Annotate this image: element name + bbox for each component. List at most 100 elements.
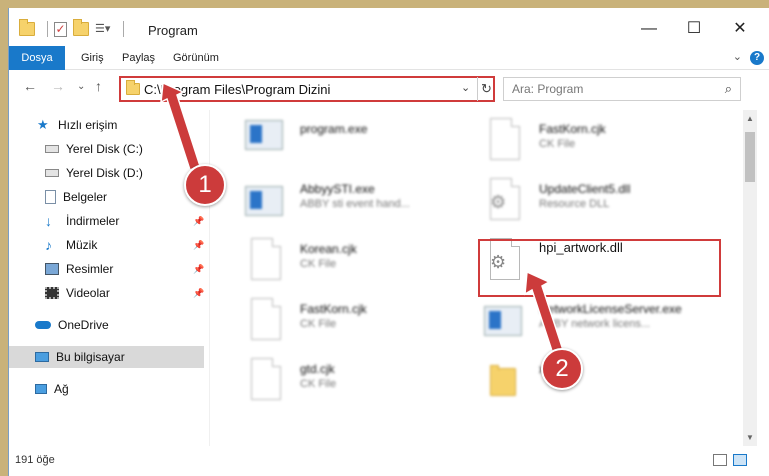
quick-access-toolbar: ✓ ☰▾	[19, 19, 130, 38]
explorer-window: ✓ ☰▾ Program — ☐ ✕ Dosya Giriş Paylaş Gö…	[8, 8, 769, 476]
sidebar-item-music[interactable]: ♪ Müzik 📌	[9, 234, 204, 256]
drive-icon	[45, 169, 59, 177]
close-button[interactable]: ✕	[717, 14, 763, 44]
address-bar[interactable]: C:\Program Files\Program Dizini ⌄ ↻	[119, 76, 495, 102]
large-icons-view-icon[interactable]	[733, 454, 747, 466]
file-item[interactable]: FastKorn.cjk CK File	[474, 114, 714, 168]
back-arrow-icon[interactable]: ←	[23, 78, 37, 94]
file-item[interactable]: AbbyySTI.exe ABBY sti event hand...	[235, 174, 475, 228]
folder-icon	[19, 19, 35, 36]
pane-divider[interactable]	[209, 110, 210, 446]
file-item[interactable]: NetworkLicenseServer.exe ABBY network li…	[474, 294, 714, 348]
minimize-button[interactable]: —	[626, 14, 672, 44]
file-item[interactable]: FastKorn.cjk CK File	[235, 294, 475, 348]
sidebar-item-disk-d[interactable]: Yerel Disk (D:)	[9, 162, 204, 184]
scroll-down-icon[interactable]: ▼	[746, 433, 754, 442]
new-folder-icon[interactable]	[73, 19, 89, 36]
file-name: program.exe	[300, 122, 368, 136]
computer-icon	[35, 352, 49, 362]
sidebar-item-label: Ağ	[54, 382, 69, 396]
folder-icon	[126, 80, 140, 95]
file-name: FastKorn.cjk	[539, 122, 606, 136]
file-type: CK File	[300, 378, 337, 390]
sidebar-item-label: Yerel Disk (C:)	[66, 142, 143, 156]
forward-arrow-icon[interactable]: →	[51, 78, 65, 94]
sidebar-item-this-pc[interactable]: Bu bilgisayar	[9, 346, 204, 368]
tab-view[interactable]: Görünüm	[173, 46, 219, 70]
file-icon	[245, 298, 283, 342]
file-item[interactable]: Korean.cjk CK File	[235, 234, 475, 288]
pin-icon[interactable]: 📌	[193, 240, 204, 251]
properties-icon[interactable]: ✓	[54, 21, 67, 37]
sidebar-item-label: Bu bilgisayar	[56, 350, 125, 364]
file-name: FastKorn.cjk	[300, 302, 367, 316]
drive-icon	[45, 145, 59, 153]
file-item[interactable]: program.exe	[235, 114, 475, 168]
file-item[interactable]: gtd.cjk CK File	[235, 354, 475, 408]
vertical-scrollbar[interactable]: ▲ ▼	[743, 110, 757, 446]
file-name: AbbyySTI.exe	[300, 182, 375, 196]
executable-icon	[245, 178, 283, 222]
tab-share[interactable]: Paylaş	[122, 46, 155, 70]
file-type: ABBY network licens...	[539, 318, 651, 330]
file-type: ABBY sti event hand...	[300, 198, 410, 210]
star-icon: ★	[37, 117, 49, 132]
ribbon: Dosya Giriş Paylaş Görünüm ⌄ ?	[9, 46, 769, 100]
dll-icon: ⚙	[484, 178, 522, 222]
navigation-pane: ★ Hızlı erişim Yerel Disk (C:) Yerel Dis…	[9, 110, 204, 446]
file-type: Resource DLL	[539, 198, 610, 210]
folder-icon	[484, 358, 522, 402]
video-icon	[45, 287, 59, 299]
search-icon[interactable]: ⌕	[725, 81, 732, 97]
help-icon[interactable]: ?	[750, 51, 764, 65]
pictures-icon	[45, 263, 59, 275]
file-icon	[245, 358, 283, 402]
network-icon	[35, 384, 47, 394]
executable-icon	[484, 298, 522, 342]
file-name: NetworkLicenseServer.exe	[539, 302, 682, 316]
scroll-up-icon[interactable]: ▲	[746, 114, 754, 123]
sidebar-item-onedrive[interactable]: OneDrive	[9, 314, 204, 336]
up-arrow-icon[interactable]: ↑	[95, 78, 102, 94]
file-item[interactable]: ⚙ UpdateClient5.dll Resource DLL	[474, 174, 714, 228]
file-name: gtd.cjk	[300, 362, 335, 376]
file-item[interactable]: xls	[474, 354, 714, 408]
sidebar-item-network[interactable]: Ağ	[9, 378, 204, 400]
details-view-icon[interactable]	[713, 454, 727, 466]
sidebar-item-pictures[interactable]: Resimler 📌	[9, 258, 204, 280]
pin-icon[interactable]: 📌	[193, 288, 204, 299]
tab-home[interactable]: Giriş	[81, 46, 104, 70]
chevron-down-icon[interactable]: ⌄	[461, 81, 470, 94]
music-icon: ♪	[45, 237, 52, 253]
item-count: 191 öğe	[15, 454, 55, 466]
download-icon: ↓	[45, 213, 52, 229]
sidebar-item-label: Videolar	[66, 286, 110, 300]
sidebar-item-videos[interactable]: Videolar 📌	[9, 282, 204, 304]
chevron-down-icon[interactable]: ⌄	[733, 50, 742, 63]
sidebar-item-label: Hızlı erişim	[58, 118, 118, 132]
pin-icon[interactable]: 📌	[193, 264, 204, 275]
sidebar-item-label: Yerel Disk (D:)	[66, 166, 143, 180]
sidebar-item-label: Resimler	[66, 262, 114, 276]
recent-locations-icon[interactable]: ⌄	[77, 81, 85, 92]
sidebar-item-label: İndirmeler	[66, 214, 120, 228]
file-icon	[245, 238, 283, 282]
maximize-button[interactable]: ☐	[671, 14, 717, 44]
sidebar-item-downloads[interactable]: ↓ İndirmeler 📌	[9, 210, 204, 232]
refresh-icon[interactable]: ↻	[477, 77, 495, 101]
highlight-box	[478, 239, 721, 297]
sidebar-item-documents[interactable]: Belgeler 📌	[9, 186, 204, 208]
cloud-icon	[35, 321, 51, 329]
scrollbar-thumb[interactable]	[745, 132, 755, 182]
sidebar-item-quick-access[interactable]: ★ Hızlı erişim	[9, 114, 204, 136]
sidebar-item-disk-c[interactable]: Yerel Disk (C:)	[9, 138, 204, 160]
pin-icon[interactable]: 📌	[193, 216, 204, 227]
divider	[123, 21, 124, 37]
search-input[interactable]: Ara: Program ⌕	[503, 77, 741, 101]
address-path[interactable]: C:\Program Files\Program Dizini	[144, 82, 330, 97]
document-icon	[45, 190, 56, 204]
file-type: CK File	[300, 258, 337, 270]
customize-toolbar-icon[interactable]: ☰▾	[95, 22, 111, 36]
executable-icon	[245, 118, 283, 162]
step-callout-2: 2	[541, 348, 583, 390]
